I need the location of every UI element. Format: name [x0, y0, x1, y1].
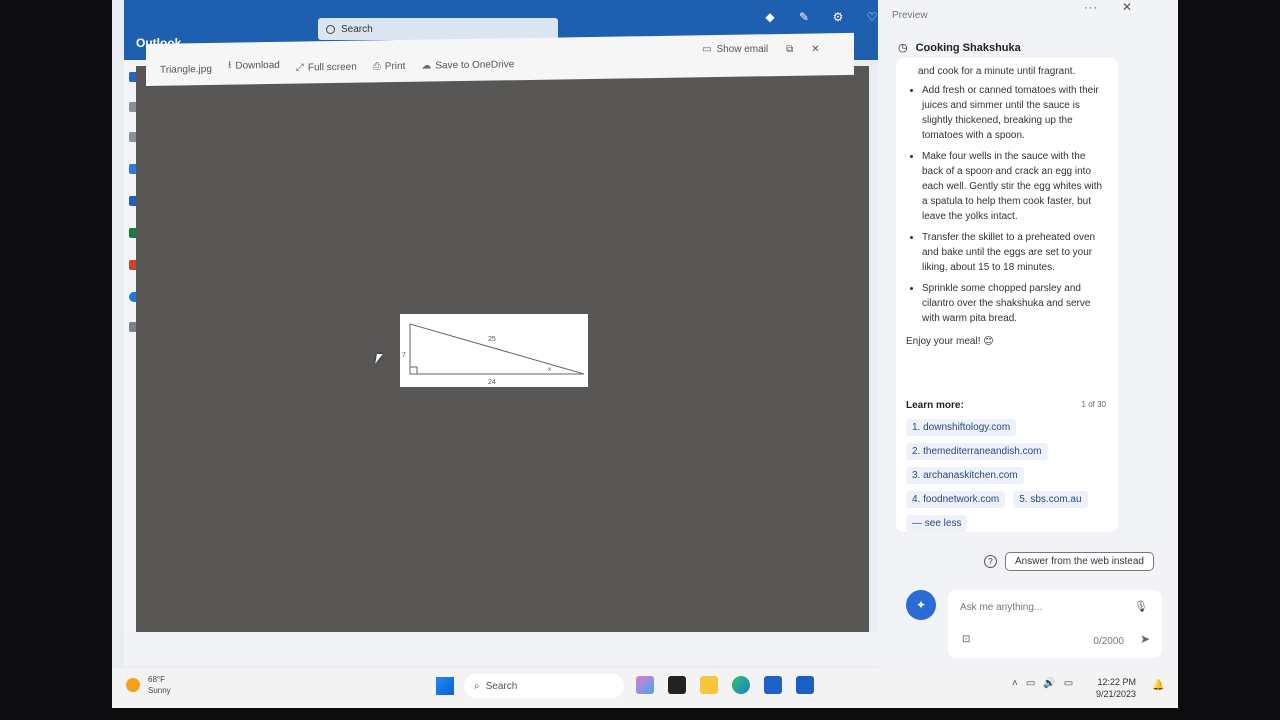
chat-input[interactable]: Ask me anything... 🎙 ⊡ 0/2000 ➤: [948, 590, 1162, 658]
image-viewer-canvas: 25 7 24 x: [136, 66, 869, 632]
image-capture-icon[interactable]: ⊡: [962, 634, 970, 645]
weather-text: 68°F Sunny: [148, 674, 171, 696]
copilot-pane: Preview ··· ✕ ◷ Cooking Shakshuka and co…: [878, 0, 1178, 668]
see-less-link[interactable]: — see less: [906, 515, 968, 532]
download-label: Download: [235, 59, 280, 72]
diamond-icon[interactable]: ◆: [760, 10, 780, 24]
full-screen-button[interactable]: ⤢ Full screen: [296, 62, 357, 74]
response-lead: and cook for a minute until fragrant.: [918, 66, 1076, 77]
mouse-cursor: [375, 354, 383, 364]
download-button[interactable]: ⭳ Download: [228, 57, 280, 75]
triangle-drawing: 25 7 24 x: [402, 323, 585, 386]
pane-title: Preview: [892, 10, 928, 21]
list-item: Make four wells in the sauce with the ba…: [922, 149, 1106, 224]
history-icon: ◷: [898, 42, 908, 54]
source-link[interactable]: 3. archanaskitchen.com: [906, 467, 1024, 484]
system-tray: ˄ ▭ 🔊 ▭: [1012, 678, 1073, 689]
step-list: Add fresh or canned tomatoes with their …: [896, 79, 1118, 326]
print-label: Print: [384, 60, 406, 73]
expand-icon: ⤢: [295, 62, 304, 74]
hypotenuse-label: 25: [488, 336, 496, 343]
search-placeholder: Search: [341, 23, 373, 35]
side-a-label: 7: [402, 352, 406, 359]
save-onedrive-label: Save to OneDrive: [435, 59, 515, 72]
date: 9/21/2023: [1096, 689, 1137, 699]
sun-icon: [126, 678, 140, 692]
gear-icon[interactable]: ⚙: [828, 10, 848, 24]
cloud-icon: ☁: [421, 60, 432, 72]
show-email-button[interactable]: ▭ Show email: [702, 44, 768, 55]
screen: Outlook Search ◆ ✎ ⚙ ♡ – ❐ ✕: [112, 0, 1178, 708]
topic-label: Cooking Shakshuka: [915, 41, 1021, 54]
answer-web-row: ? Answer from the web instead: [984, 552, 1154, 571]
battery-icon[interactable]: ▭: [1064, 678, 1073, 689]
response-count: 1 of 30: [1081, 400, 1106, 409]
email-icon: ▭: [702, 44, 712, 55]
full-screen-label: Full screen: [307, 61, 357, 74]
outlook-taskbar-icon[interactable]: [796, 676, 814, 694]
printer-icon: ⎙: [372, 61, 381, 73]
outlook-bottom-strip: [124, 632, 892, 666]
store-icon[interactable]: [764, 676, 782, 694]
side-b-label: 24: [488, 379, 496, 386]
source-link[interactable]: 5. sbs.com.au: [1013, 491, 1088, 508]
popout-icon[interactable]: ⧉: [786, 44, 793, 55]
search-icon: [326, 24, 335, 34]
chat-input-placeholder: Ask me anything...: [960, 602, 1043, 613]
copilot-icon[interactable]: [636, 676, 654, 694]
print-button[interactable]: ⎙ Print: [373, 61, 406, 73]
file-explorer-icon[interactable]: [700, 676, 718, 694]
notification-bell-icon[interactable]: 🔔: [1152, 680, 1164, 691]
triangle-image: 25 7 24 x: [400, 314, 588, 387]
char-count: 0/2000: [1093, 636, 1124, 647]
more-options-icon[interactable]: ···: [1084, 2, 1098, 14]
microphone-icon[interactable]: 🎙: [1134, 600, 1148, 613]
weather-widget[interactable]: 68°F Sunny: [126, 674, 171, 696]
send-icon[interactable]: ➤: [1140, 632, 1150, 646]
search-input[interactable]: Search: [318, 18, 558, 40]
conversation-topic[interactable]: ◷ Cooking Shakshuka: [898, 41, 1021, 55]
file-name: Triangle.jpg: [160, 63, 212, 76]
source-link[interactable]: 2. themediterraneandish.com: [906, 443, 1048, 460]
time: 12:22 PM: [1097, 677, 1137, 687]
edge-icon[interactable]: [732, 676, 750, 694]
start-button-icon[interactable]: [436, 677, 454, 695]
viewer-right-controls: ▭ Show email ⧉ ✕: [702, 44, 820, 55]
answer-web-button[interactable]: Answer from the web instead: [1005, 552, 1154, 571]
learn-more-section: Learn more: 1 of 30 1. downshiftology.co…: [906, 400, 1116, 532]
download-icon: ⭳: [227, 59, 232, 71]
show-email-label: Show email: [716, 44, 769, 55]
list-item: Add fresh or canned tomatoes with their …: [922, 83, 1106, 143]
task-view-icon[interactable]: [668, 676, 686, 694]
taskbar-search[interactable]: ⌕ Search: [464, 674, 624, 698]
copilot-avatar-icon[interactable]: ✦: [906, 590, 936, 620]
source-links: 1. downshiftology.com 2. themediterranea…: [906, 419, 1116, 532]
list-item: Transfer the skillet to a preheated oven…: [922, 230, 1106, 275]
viewer-close-icon[interactable]: ✕: [811, 44, 819, 55]
save-onedrive-button[interactable]: ☁ Save to OneDrive: [421, 59, 514, 71]
response-text: and cook for a minute until fragrant. Ad…: [896, 58, 1118, 349]
volume-icon[interactable]: 🔊: [1043, 678, 1055, 689]
chevron-up-icon[interactable]: ˄: [1012, 678, 1018, 689]
temperature: 68°F: [148, 675, 165, 684]
weather-condition: Sunny: [148, 686, 171, 695]
enjoy-text: Enjoy your meal! 😊: [906, 336, 994, 347]
taskbar-search-label: Search: [485, 680, 518, 692]
help-icon[interactable]: ?: [984, 555, 997, 568]
source-link[interactable]: 1. downshiftology.com: [906, 419, 1017, 436]
pane-close-icon[interactable]: ✕: [1122, 0, 1132, 14]
response-card: and cook for a minute until fragrant. Ad…: [896, 58, 1118, 532]
list-item: Sprinkle some chopped parsley and cilant…: [922, 281, 1106, 326]
source-link[interactable]: 4. foodnetwork.com: [906, 491, 1006, 508]
taskbar-apps: [636, 676, 814, 694]
compose-icon[interactable]: ✎: [794, 10, 814, 24]
taskbar: 68°F Sunny ⌕ Search ˄ ▭ 🔊 ▭ 12:22 PM 9/2…: [112, 668, 1178, 708]
display-icon[interactable]: ▭: [1026, 678, 1035, 689]
search-icon: ⌕: [474, 680, 480, 692]
clock[interactable]: 12:22 PM 9/21/2023: [1096, 676, 1136, 700]
angle-label: x: [548, 367, 551, 373]
